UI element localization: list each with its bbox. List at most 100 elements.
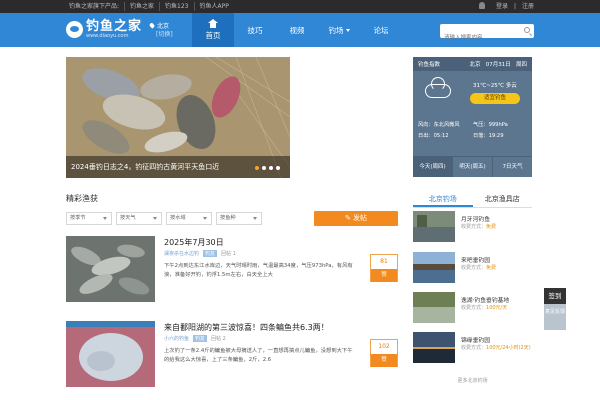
spot-item[interactable]: 逸湖·钓鱼垂钓基地 收费方式：100元/天 — [413, 292, 532, 325]
nav-label: 钓场 — [328, 25, 344, 35]
spot-item[interactable]: 月牙河钓鱼 收费方式：免费 — [413, 211, 532, 244]
tab-7day[interactable]: 7日天气 — [493, 157, 532, 177]
spot-item[interactable]: 锦缘垂钓园 收费方式：100元/24小时(2天) — [413, 332, 532, 365]
weather-row: 日出：05:12 日落：19:29 — [418, 132, 528, 139]
nav-item-spots[interactable]: 钓场 — [318, 13, 360, 47]
catch-photo — [66, 321, 155, 387]
carousel-dot[interactable] — [262, 166, 266, 170]
hero-banner[interactable]: 2024垂钓日志之4，钓征四钓古黄河平天鱼口近 — [66, 57, 290, 178]
tab-beijing-spots[interactable]: 北京钓场 — [413, 192, 473, 207]
more-spots-link[interactable]: 更多北京钓场 — [413, 377, 532, 384]
carousel-dot[interactable] — [276, 166, 280, 170]
nav-label: 首页 — [205, 31, 221, 40]
fee-value: 免费 — [486, 265, 497, 271]
new-post-label: 发帖 — [353, 214, 368, 222]
water — [413, 227, 455, 242]
weather-temp: 31℃~25℃ 多云 — [473, 83, 517, 89]
fee-label: 收费方式： — [461, 224, 487, 230]
location-pin-icon — [148, 22, 156, 29]
tree — [417, 215, 427, 227]
feedback-button[interactable]: 意见反馈 — [544, 304, 566, 330]
sunrise-label: 日出：05:12 — [418, 133, 449, 139]
author-badge: 钓友 — [203, 250, 218, 257]
spot-photo — [413, 252, 455, 283]
product-link-123[interactable]: 钓鱼123 — [160, 2, 195, 11]
product-link-diaoyu[interactable]: 钓鱼之家 — [125, 2, 161, 11]
banner-dots — [255, 166, 280, 170]
like-box[interactable]: 81 赞 — [370, 254, 398, 282]
like-count: 81 — [380, 258, 388, 265]
spot-name: 来吧垂钓园 — [461, 258, 490, 264]
carousel-dot[interactable] — [269, 166, 273, 170]
weather-city: 北京 — [469, 62, 481, 68]
user-icon — [478, 2, 485, 9]
chevron-down-icon — [345, 29, 350, 32]
reply-count: 回帖 1 — [221, 251, 236, 257]
post-author[interactable]: 澜夜杀在水边钓 — [164, 250, 199, 257]
spot-photo — [413, 332, 455, 363]
nav-item-forum[interactable]: 论坛 — [360, 13, 402, 47]
home-icon — [208, 19, 218, 28]
like-count: 102 — [378, 343, 390, 350]
nav-item-video[interactable]: 视频 — [276, 13, 318, 47]
logo-name: 钓鱼之家 — [86, 19, 143, 34]
section-title: 精彩渔获 — [66, 194, 98, 203]
post-excerpt: 上次钓了一条2.4斤的鳊鱼被大母摘送人了，一直想再搞点儿鳊鱼，没想到大下午的给我… — [164, 348, 353, 363]
nav-item-home[interactable]: 首页 — [192, 13, 234, 47]
city-selector[interactable]: 北京 [切换] — [148, 22, 173, 39]
horizon — [413, 347, 455, 349]
fishing-weather-panel: 钓鱼指数 北京 07月31日 周四 31℃~25℃ 多云 适宜钓鱼 风向：东北风… — [413, 57, 532, 177]
new-post-button[interactable]: ✎ 发帖 — [314, 211, 398, 226]
like-box[interactable]: 102 赞 — [370, 339, 398, 367]
tab-beijing-tackle-shops[interactable]: 北京渔具店 — [473, 192, 533, 207]
list-item: 来自鄱阳湖的第三波惊喜！四条鳊鱼共6.3两！ 小六的钓鱼 钓友 回帖 2 上次钓… — [66, 321, 398, 391]
main-nav: 首页 技巧 视频 钓场 论坛 — [192, 13, 402, 47]
weather-row: 风向：东北风微风 气压：999hPa — [418, 121, 528, 128]
trees — [413, 264, 455, 270]
search-icon[interactable] — [524, 27, 530, 33]
spot-name: 月牙河钓鱼 — [461, 217, 490, 223]
wind-label: 风向：东北风微风 — [418, 122, 460, 128]
tab-tomorrow[interactable]: 明天(周五) — [453, 157, 493, 177]
water — [413, 307, 455, 323]
tab-today[interactable]: 今天(周四) — [413, 157, 453, 177]
carousel-dot[interactable] — [255, 166, 259, 170]
post-author[interactable]: 小六的钓鱼 — [164, 335, 189, 342]
product-links: 钓鱼之家旗下产品: 钓鱼之家 钓鱼123 钓鱼人APP — [64, 2, 234, 11]
water — [413, 270, 455, 283]
register-link[interactable]: 注册 — [522, 2, 534, 11]
filter-water[interactable]: 按水域 — [166, 212, 212, 225]
fee-label: 收费方式： — [461, 265, 487, 271]
filter-bar: 按季节 按天气 按水域 按鱼种 — [66, 212, 262, 225]
post-title[interactable]: 2025年7月30日 — [164, 237, 224, 248]
weather-tabs: 今天(周四) 明天(周五) 7日天气 — [413, 156, 532, 177]
product-link-app[interactable]: 钓鱼人APP — [195, 2, 234, 11]
like-button[interactable]: 赞 — [371, 269, 397, 282]
filter-weather[interactable]: 按天气 — [116, 212, 162, 225]
filter-season[interactable]: 按季节 — [66, 212, 112, 225]
post-meta: 小六的钓鱼 钓友 回帖 2 — [164, 335, 226, 342]
cloudy-icon — [425, 77, 451, 98]
post-title[interactable]: 来自鄱阳湖的第三波惊喜！四条鳊鱼共6.3两！ — [164, 322, 329, 333]
fee-value: 100元/天 — [486, 305, 508, 311]
like-button[interactable]: 赞 — [371, 354, 397, 367]
post-thumbnail[interactable] — [66, 236, 155, 302]
nav-item-tips[interactable]: 技巧 — [234, 13, 276, 47]
spot-fee: 收费方式：100元/24小时(2天) — [461, 344, 531, 351]
sign-in-button[interactable]: 签到 — [544, 288, 566, 304]
site-logo[interactable]: 钓鱼之家 www.diaoyu.com — [66, 20, 142, 39]
login-link[interactable]: 登录 — [496, 2, 508, 11]
spot-fee: 收费方式：免费 — [461, 264, 496, 271]
side-tabs: 北京钓场 北京渔具店 — [413, 192, 532, 208]
city-switch-link[interactable]: [切换] — [156, 31, 173, 39]
spot-fee: 收费方式：免费 — [461, 223, 496, 230]
post-thumbnail[interactable] — [66, 321, 155, 387]
spot-name: 锦缘垂钓园 — [461, 338, 490, 344]
filter-species[interactable]: 按鱼种 — [216, 212, 262, 225]
fish-logo-icon — [66, 21, 83, 38]
spot-item[interactable]: 来吧垂钓园 收费方式：免费 — [413, 252, 532, 285]
search-input[interactable] — [440, 31, 520, 45]
catch-photo — [66, 236, 155, 302]
site-header: 钓鱼之家 www.diaoyu.com 北京 [切换] 首页 技巧 视频 钓场 … — [0, 13, 600, 47]
product-links-label: 钓鱼之家旗下产品: — [64, 2, 126, 11]
